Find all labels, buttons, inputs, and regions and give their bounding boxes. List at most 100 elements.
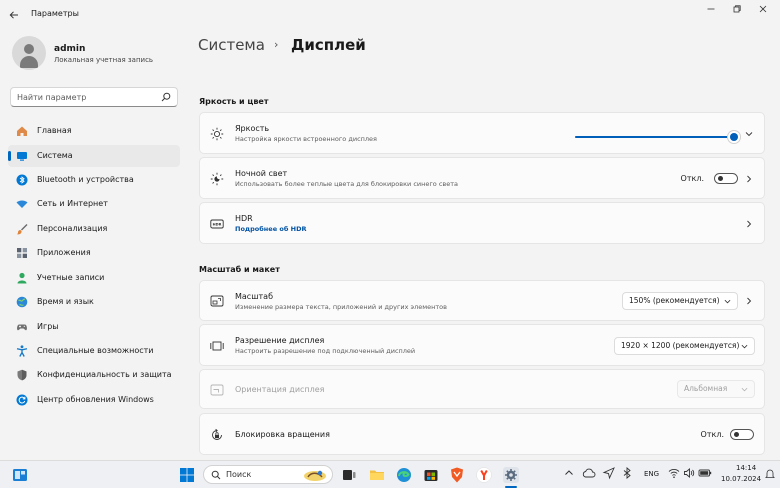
close-button[interactable] (752, 4, 774, 18)
scale-dropdown[interactable]: 150% (рекомендуется) (622, 292, 738, 310)
sidebar-item-bluetooth[interactable]: Bluetooth и устройства (8, 169, 180, 191)
search-box[interactable] (10, 87, 178, 107)
chevron-right-icon[interactable] (745, 175, 753, 183)
hdr-card[interactable]: HDR HDR Подробнее об HDR (199, 202, 765, 244)
clock-time[interactable]: 14:14 (736, 464, 756, 472)
rotation-lock-card[interactable]: Блокировка вращения Откл. (199, 413, 765, 455)
toggle-knob (718, 176, 723, 181)
taskbar-search[interactable]: Поиск (203, 465, 333, 484)
bluetooth-tray-icon[interactable] (620, 466, 634, 480)
sidebar-item-label: Персонализация (37, 224, 108, 233)
yandex-browser-icon[interactable] (475, 466, 493, 484)
taskbar: Поиск ENG 14:14 10.07.2024 (0, 460, 780, 488)
night-light-state: Откл. (680, 174, 704, 183)
night-light-subtitle: Использовать более теплые цвета для блок… (235, 180, 459, 188)
page-title: Дисплей (291, 36, 366, 54)
wifi-tray-icon[interactable] (668, 467, 680, 479)
sidebar-item-accounts[interactable]: Учетные записи (8, 267, 180, 289)
back-button[interactable] (6, 7, 22, 23)
night-sun-icon (210, 172, 224, 186)
toggle-knob (734, 432, 739, 437)
user-name: admin (54, 44, 86, 54)
chevron-right-icon[interactable] (745, 297, 753, 305)
sidebar-item-label: Игры (37, 322, 59, 331)
chevron-right-icon[interactable] (745, 220, 753, 228)
sidebar-item-privacy[interactable]: Конфиденциальность и защита (8, 364, 180, 386)
sidebar-item-label: Система (37, 151, 73, 160)
globe-icon (16, 296, 28, 308)
cloud-sync-icon[interactable] (582, 466, 596, 480)
sidebar-item-label: Сеть и Интернет (37, 199, 108, 208)
battery-icon[interactable] (698, 467, 712, 479)
sidebar-item-label: Bluetooth и устройства (37, 175, 134, 184)
shield-icon (17, 369, 27, 381)
orientation-dropdown: Альбомная (677, 380, 755, 398)
task-view-icon[interactable] (340, 466, 358, 484)
avatar[interactable] (12, 36, 46, 70)
brave-icon[interactable] (448, 466, 466, 484)
scale-card[interactable]: Масштаб Изменение размера текста, прилож… (199, 280, 765, 321)
file-explorer-icon[interactable] (368, 466, 386, 484)
store-icon[interactable] (422, 466, 440, 484)
edge-icon[interactable] (395, 466, 413, 484)
sidebar-item-home[interactable]: Главная (8, 120, 180, 142)
title-bar: Параметры (0, 0, 780, 30)
resolution-dropdown[interactable]: 1920 × 1200 (рекомендуется) (614, 337, 755, 355)
settings-window: Параметры admin Локальная учетная запись… (0, 0, 780, 460)
brightness-card[interactable]: Яркость Настройка яркости встроенного ди… (199, 112, 765, 154)
location-icon[interactable] (602, 466, 616, 480)
brightness-slider[interactable] (575, 132, 738, 142)
search-highlight-icon (304, 470, 326, 481)
notification-bell-icon[interactable] (765, 468, 775, 480)
sidebar-item-label: Конфиденциальность и защита (37, 370, 172, 379)
sidebar-item-windows-update[interactable]: Центр обновления Windows (8, 389, 180, 411)
sidebar-item-system[interactable]: Система (8, 145, 180, 167)
language-indicator[interactable]: ENG (644, 470, 659, 478)
sidebar-item-label: Время и язык (37, 297, 94, 306)
rotation-lock-toggle[interactable] (730, 429, 754, 440)
volume-icon[interactable] (683, 467, 695, 479)
hdr-title: HDR (235, 214, 253, 223)
sidebar-item-label: Центр обновления Windows (37, 395, 154, 404)
update-icon (16, 394, 28, 406)
night-light-card[interactable]: Ночной свет Использовать более теплые цв… (199, 157, 765, 199)
chevron-down-icon (724, 299, 731, 304)
hdr-icon: HDR (210, 219, 224, 229)
widgets-icon[interactable] (11, 466, 29, 484)
chevron-up-icon[interactable] (563, 467, 575, 479)
bluetooth-icon (16, 174, 28, 186)
app-title: Параметры (31, 9, 79, 18)
night-light-toggle[interactable] (714, 173, 738, 184)
minimize-button[interactable] (700, 4, 722, 18)
settings-app-icon[interactable] (502, 466, 520, 484)
clock-date[interactable]: 10.07.2024 (721, 475, 761, 483)
slider-thumb[interactable] (729, 133, 738, 141)
search-icon[interactable] (161, 92, 171, 102)
section-title-scale-layout: Масштаб и макет (199, 265, 280, 274)
rotation-lock-state: Откл. (700, 430, 724, 439)
section-title-brightness-color: Яркость и цвет (199, 97, 269, 106)
start-icon[interactable] (178, 466, 196, 484)
chevron-down-icon[interactable] (745, 130, 753, 138)
resolution-card[interactable]: Разрешение дисплея Настроить разрешение … (199, 324, 765, 366)
sidebar-item-gaming[interactable]: Игры (8, 316, 180, 338)
arrow-left-icon (9, 11, 18, 19)
hdr-learn-more-link[interactable]: Подробнее об HDR (235, 225, 307, 233)
home-icon (17, 126, 27, 136)
orientation-card: Ориентация дисплея Альбомная (199, 369, 765, 409)
svg-text:HDR: HDR (213, 223, 222, 227)
sidebar-item-network[interactable]: Сеть и Интернет (8, 193, 180, 215)
sidebar-item-time-language[interactable]: Время и язык (8, 291, 180, 313)
search-input[interactable] (17, 91, 157, 103)
rotation-lock-title: Блокировка вращения (235, 430, 330, 439)
rotation-lock-icon (212, 428, 222, 440)
sidebar-item-personalization[interactable]: Персонализация (8, 218, 180, 240)
sidebar-item-apps[interactable]: Приложения (8, 242, 180, 264)
search-icon (211, 470, 221, 480)
breadcrumb-parent[interactable]: Система (198, 36, 265, 54)
orientation-dropdown-value: Альбомная (684, 384, 728, 393)
accessibility-icon (16, 345, 28, 357)
taskbar-search-label: Поиск (226, 470, 252, 479)
sidebar-item-accessibility[interactable]: Специальные возможности (8, 340, 180, 362)
maximize-button[interactable] (726, 4, 748, 18)
